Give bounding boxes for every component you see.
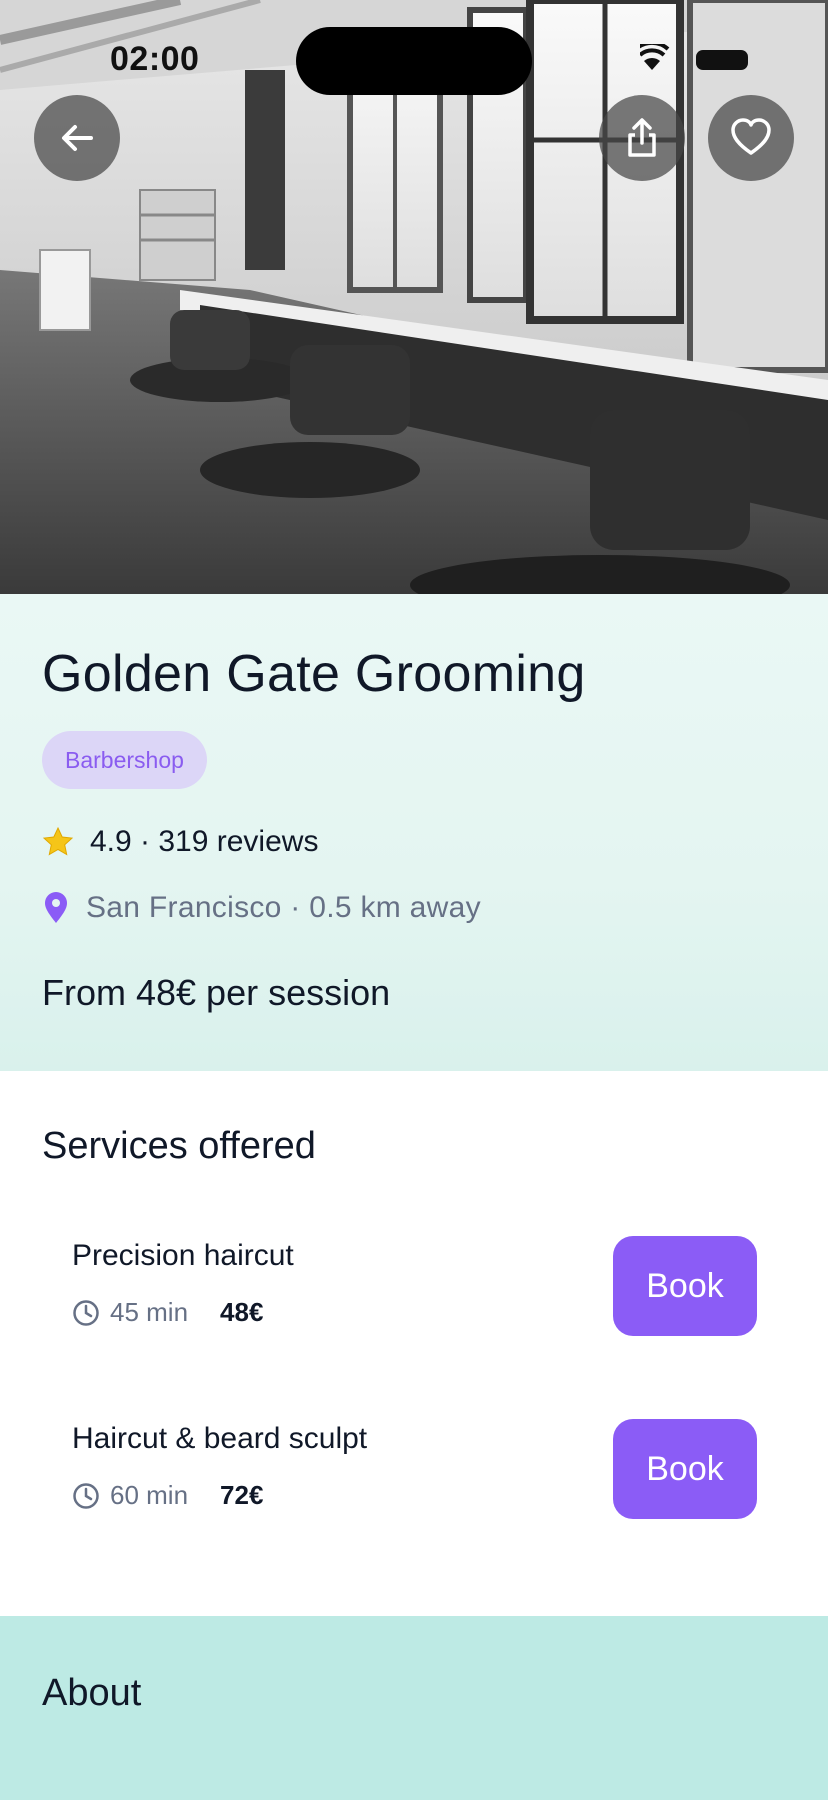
clock-icon (73, 1482, 99, 1509)
service-name: Precision haircut (72, 1239, 294, 1272)
rating-text: 4.9 · 319 reviews (90, 825, 319, 858)
service-price: 48€ (220, 1297, 264, 1327)
service-meta: 45 min 48€ (72, 1297, 263, 1328)
wifi-icon (640, 44, 670, 70)
location-text: San Francisco · 0.5 km away (86, 891, 481, 924)
status-icons (640, 44, 748, 70)
salon-info: Golden Gate Grooming Barbershop 4.9 · 31… (0, 594, 828, 1071)
rating-row[interactable]: 4.9 · 319 reviews (42, 822, 318, 862)
share-button[interactable] (599, 95, 685, 181)
category-badge: Barbershop (42, 731, 207, 789)
services-section: Services offered Precision haircut 45 mi… (0, 1071, 828, 1616)
book-button[interactable]: Book (613, 1419, 757, 1519)
service-price: 72€ (220, 1480, 264, 1510)
star-icon (42, 826, 74, 856)
hero-image: 02:00 (0, 0, 828, 594)
about-title: About (42, 1672, 142, 1714)
clock-icon (73, 1299, 99, 1326)
location-row[interactable]: San Francisco · 0.5 km away (42, 888, 481, 928)
arrow-left-icon (62, 125, 93, 151)
salon-name: Golden Gate Grooming (42, 645, 586, 703)
about-section: About (0, 1616, 828, 1800)
back-button[interactable] (34, 95, 120, 181)
heart-icon (731, 118, 771, 155)
favorite-button[interactable] (708, 95, 794, 181)
book-button[interactable]: Book (613, 1236, 757, 1336)
share-icon (628, 118, 656, 157)
services-title: Services offered (42, 1125, 316, 1167)
location-pin-icon (45, 892, 67, 923)
service-duration: 45 min (110, 1297, 189, 1327)
status-time: 02:00 (110, 40, 200, 78)
price-from: From 48€ per session (42, 972, 391, 1013)
service-duration: 60 min (110, 1480, 189, 1510)
dynamic-island (296, 27, 532, 95)
service-name: Haircut & beard sculpt (72, 1422, 368, 1455)
battery-icon (696, 50, 748, 70)
service-meta: 60 min 72€ (72, 1480, 263, 1511)
